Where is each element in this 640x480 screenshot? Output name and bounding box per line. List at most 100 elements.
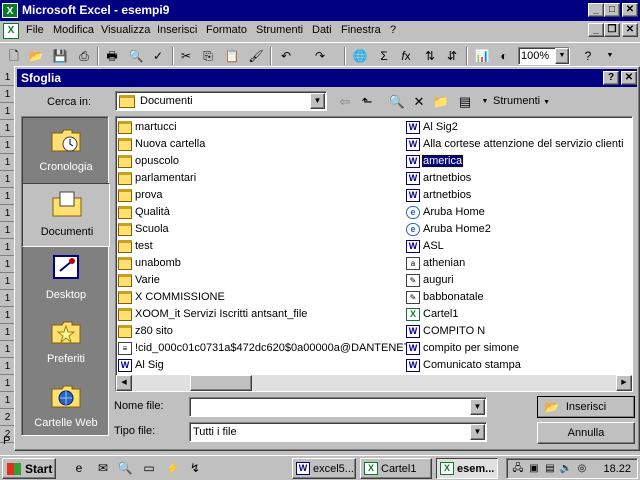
filename-label: Nome file: bbox=[114, 400, 164, 412]
search-web-icon[interactable]: 🔍 bbox=[387, 93, 407, 111]
doc-close-button[interactable]: ✕ bbox=[622, 23, 638, 37]
dialog-title-bar[interactable]: Sfoglia ? ✕ bbox=[17, 69, 637, 87]
task-cartel1[interactable]: X Cartel1 bbox=[360, 458, 432, 479]
redo-icon[interactable]: ↷ bbox=[310, 47, 330, 65]
volume-icon[interactable]: 🔈 bbox=[559, 462, 573, 476]
tools-dropdown-icon: ▼ bbox=[543, 99, 551, 106]
sheet-tab-hint[interactable]: P bbox=[3, 435, 10, 447]
horizontal-scrollbar[interactable]: ◀ ▶ bbox=[116, 375, 632, 391]
dialog-help-button[interactable]: ? bbox=[603, 71, 619, 85]
menu-strumenti[interactable]: Strumenti bbox=[256, 24, 303, 36]
scroll-right-icon[interactable]: ▶ bbox=[616, 375, 632, 391]
zoom-select[interactable]: 100% ▼ bbox=[518, 47, 570, 65]
zoom-dropdown-icon[interactable]: ▼ bbox=[555, 48, 569, 64]
explorer-icon[interactable]: 🔍 bbox=[116, 460, 134, 476]
quicklaunch-icon[interactable]: ↯ bbox=[186, 460, 204, 476]
look-in-value: Documenti bbox=[140, 95, 193, 107]
look-in-dropdown-icon[interactable]: ▼ bbox=[310, 93, 325, 109]
word-document-icon: W bbox=[406, 359, 420, 372]
views-icon[interactable]: ▤ bbox=[455, 93, 475, 111]
internet-explorer-icon[interactable]: e bbox=[70, 460, 88, 476]
scroll-left-icon[interactable]: ◀ bbox=[116, 375, 132, 391]
print-preview-icon[interactable]: ⎙ bbox=[74, 47, 94, 65]
cancel-button[interactable]: Annulla bbox=[537, 422, 635, 444]
back-icon[interactable]: ⇦ bbox=[335, 93, 355, 111]
menu-formato[interactable]: Formato bbox=[206, 24, 247, 36]
menu-visualizza[interactable]: Visualizza bbox=[101, 24, 150, 36]
function-icon[interactable]: fx bbox=[396, 47, 416, 65]
place-label: Documenti bbox=[40, 226, 94, 238]
folder-icon bbox=[118, 189, 132, 202]
folder-icon bbox=[118, 172, 132, 185]
new-folder-icon[interactable]: 📁 bbox=[431, 93, 451, 111]
help-icon[interactable]: ? bbox=[578, 47, 598, 65]
menu-finestra[interactable]: Finestra bbox=[341, 24, 381, 36]
views-dropdown-icon[interactable]: ▼ bbox=[475, 93, 495, 111]
minimize-button[interactable]: _ bbox=[588, 3, 604, 17]
place-cronologia[interactable]: Cronologia bbox=[22, 119, 110, 183]
folder-icon bbox=[118, 240, 132, 253]
find-icon[interactable]: 🔍 bbox=[126, 47, 146, 65]
filename-dropdown-icon[interactable]: ▼ bbox=[470, 399, 485, 415]
menu-help[interactable]: ? bbox=[390, 24, 396, 36]
scroll-thumb[interactable] bbox=[190, 375, 252, 391]
language-icon[interactable]: ◎ bbox=[575, 462, 589, 476]
word-document-icon: W bbox=[406, 138, 420, 151]
word-document-icon: W bbox=[406, 240, 420, 253]
sort-ascending-icon[interactable]: ⇅ bbox=[420, 47, 440, 65]
antivirus-icon[interactable]: ▣ bbox=[527, 462, 541, 476]
spelling-icon[interactable]: ✓ bbox=[148, 47, 168, 65]
open-icon[interactable]: 📂 bbox=[26, 47, 46, 65]
excel-app-icon[interactable]: X bbox=[2, 3, 18, 18]
doc-minimize-button[interactable]: _ bbox=[588, 23, 604, 37]
format-painter-icon[interactable]: 🖌 bbox=[246, 47, 266, 65]
place-cartelle-web[interactable]: Cartelle Web bbox=[22, 375, 110, 439]
close-button[interactable]: ✕ bbox=[622, 3, 638, 17]
cut-icon[interactable]: ✂ bbox=[176, 47, 196, 65]
print-icon[interactable]: 🖶 bbox=[102, 47, 122, 65]
menu-dati[interactable]: Dati bbox=[312, 24, 332, 36]
undo-icon[interactable]: ↶ bbox=[276, 47, 296, 65]
autosum-icon[interactable]: Σ bbox=[374, 47, 394, 65]
paste-icon[interactable]: 📋 bbox=[222, 47, 242, 65]
delete-icon[interactable]: ✕ bbox=[409, 93, 429, 111]
filetype-select[interactable]: Tutti i file ▼ bbox=[189, 422, 487, 442]
menu-file[interactable]: File bbox=[26, 24, 44, 36]
place-documenti[interactable]: Documenti bbox=[22, 183, 110, 247]
file-list[interactable]: martucci Nuova cartella opuscolo parlame… bbox=[115, 116, 633, 392]
workbook-icon[interactable]: X bbox=[3, 23, 19, 39]
start-button[interactable]: Start bbox=[2, 458, 56, 479]
word-document-icon: W bbox=[118, 359, 132, 372]
monitor-icon[interactable]: ▤ bbox=[543, 462, 557, 476]
insert-button[interactable]: 📂 Inserisci bbox=[537, 396, 635, 418]
web-page-icon: e bbox=[406, 223, 420, 236]
dialog-close-button[interactable]: ✕ bbox=[621, 71, 637, 85]
menu-modifica[interactable]: Modifica bbox=[53, 24, 94, 36]
tools-menu[interactable]: Strumenti ▼ bbox=[493, 95, 550, 107]
save-icon[interactable]: 💾 bbox=[50, 47, 70, 65]
filetype-dropdown-icon[interactable]: ▼ bbox=[470, 424, 485, 440]
copy-icon[interactable]: ⎘ bbox=[198, 47, 218, 65]
doc-restore-button[interactable]: ❐ bbox=[604, 23, 620, 37]
look-in-select[interactable]: Documenti ▼ bbox=[115, 91, 327, 111]
show-desktop-icon[interactable]: ▭ bbox=[140, 460, 158, 476]
place-desktop[interactable]: Desktop bbox=[22, 247, 110, 311]
winamp-icon[interactable]: ⚡ bbox=[164, 460, 182, 476]
network-icon[interactable]: 🖧 bbox=[511, 462, 525, 476]
menu-inserisci[interactable]: Inserisci bbox=[157, 24, 197, 36]
filename-field[interactable]: ▼ bbox=[189, 397, 487, 417]
new-icon[interactable]: 🗋 bbox=[4, 47, 24, 65]
drawing-icon[interactable]: ◐ bbox=[494, 47, 514, 65]
sort-descending-icon[interactable]: ⇵ bbox=[442, 47, 462, 65]
chart-wizard-icon[interactable]: 📊 bbox=[472, 47, 492, 65]
outlook-icon[interactable]: ✉ bbox=[94, 460, 112, 476]
task-esempi9[interactable]: X esem... bbox=[436, 458, 498, 479]
maximize-button[interactable]: □ bbox=[604, 3, 620, 17]
task-excel5[interactable]: W excel5... bbox=[292, 458, 356, 479]
excel-title-bar[interactable]: X Microsoft Excel - esempi9 _ □ ✕ bbox=[0, 0, 640, 21]
up-folder-icon[interactable]: ⬑ bbox=[357, 93, 377, 111]
place-preferiti[interactable]: Preferiti bbox=[22, 311, 110, 375]
favorites-folder-icon bbox=[51, 321, 81, 344]
hyperlink-icon[interactable]: 🌐 bbox=[350, 47, 370, 65]
toolbar-options-icon[interactable]: ▼ bbox=[600, 47, 620, 65]
